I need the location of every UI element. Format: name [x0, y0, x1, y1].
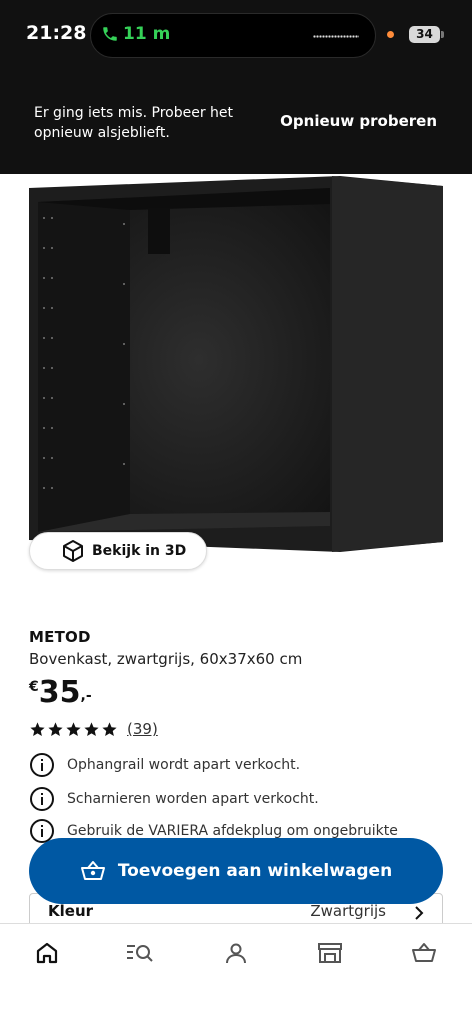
product-image[interactable]: [0, 174, 472, 594]
error-message: Er ging iets mis. Probeer het opnieuw al…: [34, 105, 234, 141]
status-bar: 21:28 11 m 34: [0, 0, 472, 70]
status-time: 21:28: [26, 22, 87, 44]
view-3d-label: Bekijk in 3D: [92, 543, 187, 559]
info-icon: [30, 753, 54, 777]
review-count[interactable]: (39): [127, 720, 158, 738]
call-indicator: 11 m: [101, 24, 170, 44]
dynamic-island[interactable]: 11 m: [90, 13, 376, 58]
star-icon: [30, 721, 45, 736]
info-icon: [30, 787, 54, 811]
color-value: Zwartgrijs: [310, 902, 386, 920]
phone-icon: [103, 27, 117, 41]
info-text: Gebruik de VARIERA afdekplug om ongebrui…: [67, 823, 398, 839]
add-to-cart-button[interactable]: Toevoegen aan winkelwagen: [29, 838, 443, 904]
tab-store[interactable]: [310, 938, 350, 968]
star-icon: [66, 721, 81, 736]
mic-indicator-icon: [387, 31, 394, 38]
tab-basket[interactable]: [404, 938, 444, 968]
chevron-right-icon: [415, 906, 424, 920]
price-suffix: ,-: [80, 688, 92, 704]
basket-icon: [412, 943, 436, 962]
store-icon: [318, 943, 342, 963]
star-icon: [48, 721, 63, 736]
cube-icon: [63, 540, 83, 562]
tab-profile[interactable]: [216, 938, 256, 968]
info-text: Scharnieren worden apart verkocht.: [67, 791, 319, 807]
tab-home[interactable]: [27, 938, 67, 968]
view-3d-button[interactable]: Bekijk in 3D: [29, 532, 207, 570]
profile-icon: [226, 943, 246, 964]
call-duration: 11 m: [123, 24, 171, 44]
bottom-tabbar: [0, 923, 472, 1024]
rating[interactable]: (39): [29, 720, 158, 738]
info-line: Scharnieren worden apart verkocht.: [29, 786, 319, 812]
error-banner: Er ging iets mis. Probeer het opnieuw al…: [0, 70, 472, 174]
price-amount: 35: [38, 675, 81, 710]
basket-icon: [80, 861, 105, 880]
tab-search[interactable]: [120, 938, 160, 968]
price-currency: €: [29, 679, 39, 695]
search-list-icon: [127, 945, 153, 962]
info-line: Ophangrail wordt apart verkocht.: [29, 752, 300, 778]
add-to-cart-label: Toevoegen aan winkelwagen: [117, 861, 393, 881]
retry-button[interactable]: Opnieuw proberen: [280, 112, 437, 130]
info-text: Ophangrail wordt apart verkocht.: [67, 757, 301, 773]
star-icon: [102, 721, 117, 736]
star-icon: [84, 721, 99, 736]
color-label: Kleur: [48, 902, 94, 920]
product-price: € 35 ,-: [29, 675, 92, 711]
audio-wave-icon: [313, 35, 359, 38]
home-icon: [36, 942, 58, 964]
battery-icon: 34: [409, 26, 444, 43]
cabinet-image: [29, 176, 443, 552]
product-brand: METOD: [29, 628, 91, 646]
product-description: Bovenkast, zwartgrijs, 60x37x60 cm: [29, 650, 303, 668]
